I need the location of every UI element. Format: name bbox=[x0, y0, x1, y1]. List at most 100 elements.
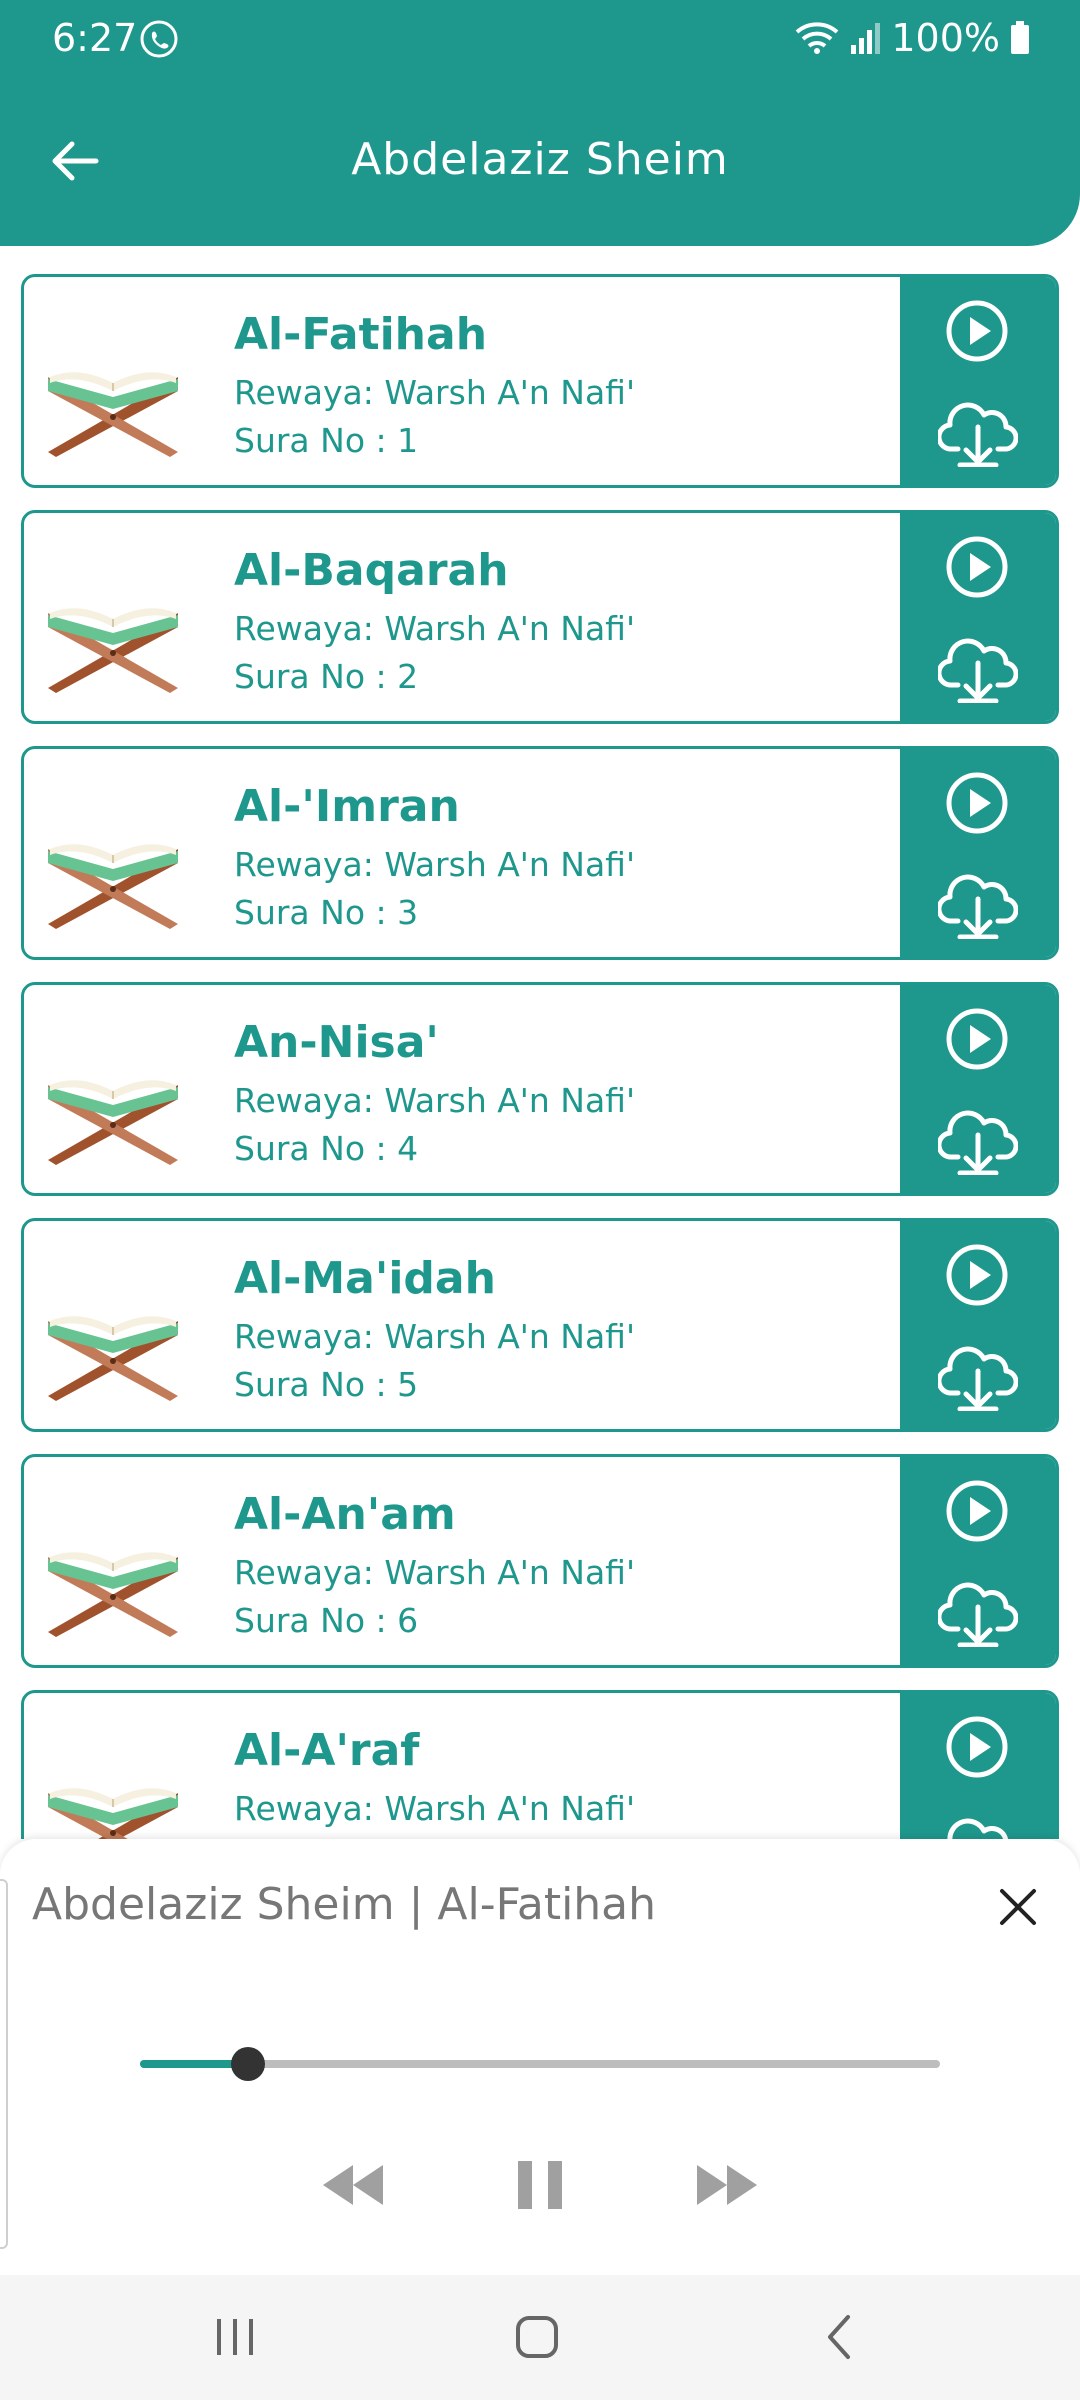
back-nav-button[interactable] bbox=[800, 2307, 880, 2367]
battery-percent: 100% bbox=[891, 16, 1000, 60]
quran-stand-icon bbox=[38, 347, 188, 457]
pause-icon bbox=[518, 2161, 562, 2209]
surah-card[interactable]: Al-'Imran Rewaya: Warsh A'n Nafi' Sura N… bbox=[21, 746, 1059, 960]
play-icon bbox=[945, 535, 1009, 603]
cloud-download-icon bbox=[936, 1103, 1019, 1179]
download-button[interactable] bbox=[936, 1575, 1020, 1651]
play-icon bbox=[945, 1007, 1009, 1075]
cloud-download-icon bbox=[936, 631, 1019, 707]
rewind-button[interactable] bbox=[308, 2149, 398, 2221]
surah-actions bbox=[900, 985, 1056, 1193]
surah-number: Sura No : 5 bbox=[234, 1365, 419, 1404]
surah-name: Al-'Imran bbox=[234, 781, 460, 832]
quran-stand-icon bbox=[38, 1291, 188, 1401]
quran-stand-icon bbox=[38, 819, 188, 929]
status-time: 6:27 bbox=[52, 16, 138, 60]
download-button[interactable] bbox=[936, 1103, 1020, 1179]
play-button[interactable] bbox=[943, 1007, 1011, 1075]
play-icon bbox=[945, 1479, 1009, 1547]
play-button[interactable] bbox=[943, 1479, 1011, 1547]
surah-rewaya: Rewaya: Warsh A'n Nafi' bbox=[234, 609, 636, 648]
fast-forward-button[interactable] bbox=[682, 2149, 772, 2221]
download-button[interactable] bbox=[936, 395, 1020, 471]
surah-name: Al-Ma'idah bbox=[234, 1253, 496, 1304]
surah-name: Al-An'am bbox=[234, 1489, 456, 1540]
signal-icon bbox=[849, 21, 881, 55]
surah-list[interactable]: Al-Fatihah Rewaya: Warsh A'n Nafi' Sura … bbox=[21, 274, 1059, 1839]
surah-actions bbox=[900, 277, 1056, 485]
back-nav-icon bbox=[828, 2315, 850, 2359]
play-button[interactable] bbox=[943, 1715, 1011, 1783]
surah-rewaya: Rewaya: Warsh A'n Nafi' bbox=[234, 1553, 636, 1592]
surah-actions bbox=[900, 1221, 1056, 1429]
surah-actions bbox=[900, 1693, 1056, 1839]
audio-player-sheet: Abdelaziz Sheim | Al-Fatihah bbox=[0, 1839, 1080, 2275]
play-button[interactable] bbox=[943, 535, 1011, 603]
recent-apps-button[interactable] bbox=[195, 2307, 275, 2367]
app-header: 6:27 100% Abdelaziz Sheim bbox=[0, 0, 1080, 246]
surah-rewaya: Rewaya: Warsh A'n Nafi' bbox=[234, 1789, 636, 1828]
play-button[interactable] bbox=[943, 299, 1011, 367]
surah-name: Al-Baqarah bbox=[234, 545, 509, 596]
surah-card[interactable]: Al-Ma'idah Rewaya: Warsh A'n Nafi' Sura … bbox=[21, 1218, 1059, 1432]
home-button[interactable] bbox=[497, 2307, 577, 2367]
play-icon bbox=[945, 1715, 1009, 1783]
surah-rewaya: Rewaya: Warsh A'n Nafi' bbox=[234, 845, 636, 884]
quran-stand-icon bbox=[38, 1055, 188, 1165]
download-button[interactable] bbox=[936, 1811, 1020, 1839]
play-icon bbox=[945, 299, 1009, 367]
whatsapp-status-icon bbox=[138, 18, 180, 60]
wifi-icon bbox=[795, 20, 839, 56]
surah-rewaya: Rewaya: Warsh A'n Nafi' bbox=[234, 1081, 636, 1120]
recent-apps-icon bbox=[217, 2319, 253, 2355]
close-icon bbox=[1000, 1889, 1036, 1925]
surah-name: Al-Fatihah bbox=[234, 309, 488, 360]
cloud-download-icon bbox=[936, 1339, 1019, 1415]
download-button[interactable] bbox=[936, 631, 1020, 707]
play-button[interactable] bbox=[943, 1243, 1011, 1311]
surah-number: Sura No : 6 bbox=[234, 1601, 419, 1640]
download-button[interactable] bbox=[936, 1339, 1020, 1415]
surah-rewaya: Rewaya: Warsh A'n Nafi' bbox=[234, 1317, 636, 1356]
screen: 6:27 100% Abdelaziz Sheim Al-Fatihah Rew… bbox=[0, 0, 1080, 2400]
cloud-download-icon bbox=[938, 1811, 1018, 1839]
play-icon bbox=[945, 1243, 1009, 1311]
seek-thumb[interactable] bbox=[231, 2047, 265, 2081]
battery-icon bbox=[1010, 21, 1030, 55]
cloud-download-icon bbox=[936, 1575, 1019, 1651]
status-indicators: 100% bbox=[795, 16, 1030, 60]
rewind-icon bbox=[323, 2165, 383, 2205]
seek-bar[interactable] bbox=[140, 2047, 940, 2081]
home-icon bbox=[516, 2316, 558, 2358]
play-icon bbox=[945, 771, 1009, 839]
surah-number: Sura No : 1 bbox=[234, 421, 419, 460]
surah-card[interactable]: Al-An'am Rewaya: Warsh A'n Nafi' Sura No… bbox=[21, 1454, 1059, 1668]
surah-rewaya: Rewaya: Warsh A'n Nafi' bbox=[234, 373, 636, 412]
download-button[interactable] bbox=[936, 867, 1020, 943]
system-navigation-bar bbox=[0, 2275, 1080, 2400]
surah-name: Al-A'raf bbox=[234, 1725, 420, 1776]
surah-actions bbox=[900, 1457, 1056, 1665]
quran-stand-icon bbox=[38, 1527, 188, 1637]
player-edge-handle bbox=[0, 1879, 8, 2249]
surah-actions bbox=[900, 749, 1056, 957]
surah-number: Sura No : 2 bbox=[234, 657, 419, 696]
surah-card[interactable]: Al-Baqarah Rewaya: Warsh A'n Nafi' Sura … bbox=[21, 510, 1059, 724]
cloud-download-icon bbox=[936, 395, 1019, 471]
fast-forward-icon bbox=[697, 2165, 757, 2205]
page-title: Abdelaziz Sheim bbox=[351, 134, 729, 185]
surah-card[interactable]: Al-Fatihah Rewaya: Warsh A'n Nafi' Sura … bbox=[21, 274, 1059, 488]
surah-name: An-Nisa' bbox=[234, 1017, 439, 1068]
close-player-button[interactable] bbox=[986, 1875, 1050, 1939]
surah-card[interactable]: Al-A'raf Rewaya: Warsh A'n Nafi' Sura No… bbox=[21, 1690, 1059, 1839]
surah-number: Sura No : 3 bbox=[234, 893, 419, 932]
surah-card[interactable]: An-Nisa' Rewaya: Warsh A'n Nafi' Sura No… bbox=[21, 982, 1059, 1196]
surah-actions bbox=[900, 513, 1056, 721]
pause-button[interactable] bbox=[495, 2149, 585, 2221]
play-button[interactable] bbox=[943, 771, 1011, 839]
quran-stand-icon bbox=[38, 583, 188, 693]
cloud-download-icon bbox=[936, 867, 1019, 943]
quran-stand-icon bbox=[38, 1763, 188, 1839]
now-playing-title: Abdelaziz Sheim | Al-Fatihah bbox=[32, 1879, 657, 1930]
surah-number: Sura No : 4 bbox=[234, 1129, 419, 1168]
